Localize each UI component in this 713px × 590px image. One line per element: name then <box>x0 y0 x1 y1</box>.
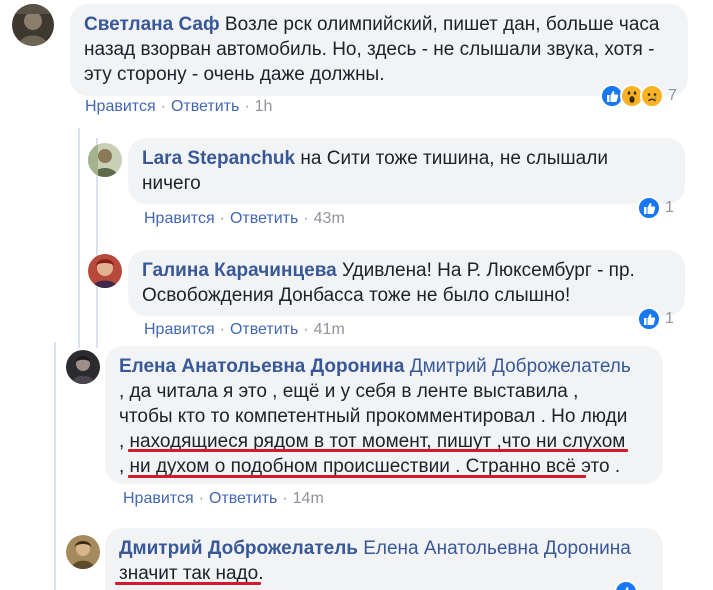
comment-author[interactable]: Елена Анатольевна Доронина <box>119 356 404 377</box>
like-link[interactable]: Нравится <box>123 490 194 507</box>
comment-timestamp[interactable]: 43m <box>314 210 345 227</box>
comment-text-line: , ни духом о подобном происшествии . Стр… <box>119 456 621 477</box>
reply-link[interactable]: Ответить <box>230 321 298 338</box>
like-link[interactable]: Нравится <box>144 321 215 338</box>
comment-actions: Нравится · Ответить · 1h <box>85 98 272 116</box>
comment-text-line: , да читала я это , ещё и у себя в ленте… <box>119 381 579 402</box>
separator: · <box>303 210 309 227</box>
comment-timestamp[interactable]: 1h <box>255 98 273 115</box>
reply-link[interactable]: Ответить <box>171 98 239 115</box>
avatar[interactable] <box>66 350 100 384</box>
avatar[interactable] <box>12 4 54 46</box>
comment-actions: Нравится · Ответить · 14m <box>123 490 324 508</box>
reply-link[interactable]: Ответить <box>209 490 277 507</box>
avatar[interactable] <box>66 535 100 569</box>
highlight-underline <box>128 475 586 478</box>
reaction-count: 7 <box>668 87 677 104</box>
comment-bubble: Светлана Саф Возле рск олимпийский, пише… <box>70 4 688 96</box>
avatar[interactable] <box>88 143 122 177</box>
comment-author[interactable]: Светлана Саф <box>84 14 220 35</box>
comment-actions: Нравится · Ответить · 43m <box>144 210 345 228</box>
reaction-count: 1 <box>665 310 674 327</box>
separator: · <box>303 321 309 338</box>
reactions-summary[interactable]: 1 <box>637 195 674 221</box>
like-link[interactable]: Нравится <box>85 98 156 115</box>
comment-text: значит так надо. <box>119 563 264 584</box>
reply-link[interactable]: Ответить <box>230 210 298 227</box>
comment-bubble: Галина Карачинцева Удивлена! На Р. Люксе… <box>128 250 685 316</box>
reactions-summary[interactable]: 7 <box>600 83 677 109</box>
comment-mention[interactable]: Елена Анатольевна Доронина <box>363 538 631 559</box>
comment-mention[interactable]: Дмитрий Доброжелатель <box>410 356 631 377</box>
highlight-underline <box>115 582 261 585</box>
comment-bubble: Lara Stepanchuk на Сити тоже тишина, не … <box>128 138 685 204</box>
highlight-underline <box>128 449 628 452</box>
like-icon <box>637 196 661 220</box>
comment-bubble: Дмитрий Доброжелатель Елена Анатольевна … <box>105 528 663 590</box>
like-link[interactable]: Нравится <box>144 210 215 227</box>
comment-timestamp[interactable]: 41m <box>314 321 345 338</box>
reaction-count: 1 <box>665 199 674 216</box>
comment-actions: Нравится · Ответить · 41m <box>144 321 345 339</box>
comment-bubble: Елена Анатольевна Доронина Дмитрий Добро… <box>105 346 663 484</box>
comment-timestamp[interactable]: 14m <box>293 490 324 507</box>
separator: · <box>219 210 225 227</box>
reply-thread-line <box>78 128 80 348</box>
comment-author[interactable]: Lara Stepanchuk <box>142 148 295 169</box>
sad-icon <box>640 84 664 108</box>
reply-thread-line-lower <box>54 342 56 590</box>
avatar[interactable] <box>88 254 122 288</box>
like-icon <box>637 307 661 331</box>
reactions-summary[interactable]: 1 <box>637 306 674 332</box>
separator: · <box>198 490 204 507</box>
reactions-summary[interactable] <box>614 579 638 590</box>
separator: · <box>219 321 225 338</box>
comment-author[interactable]: Галина Карачинцева <box>142 260 337 281</box>
separator: · <box>160 98 166 115</box>
comment-author[interactable]: Дмитрий Доброжелатель <box>119 538 358 559</box>
separator: · <box>244 98 250 115</box>
comment-text-line: чтобы кто то компетентный прокомментиров… <box>119 406 628 427</box>
separator: · <box>282 490 288 507</box>
